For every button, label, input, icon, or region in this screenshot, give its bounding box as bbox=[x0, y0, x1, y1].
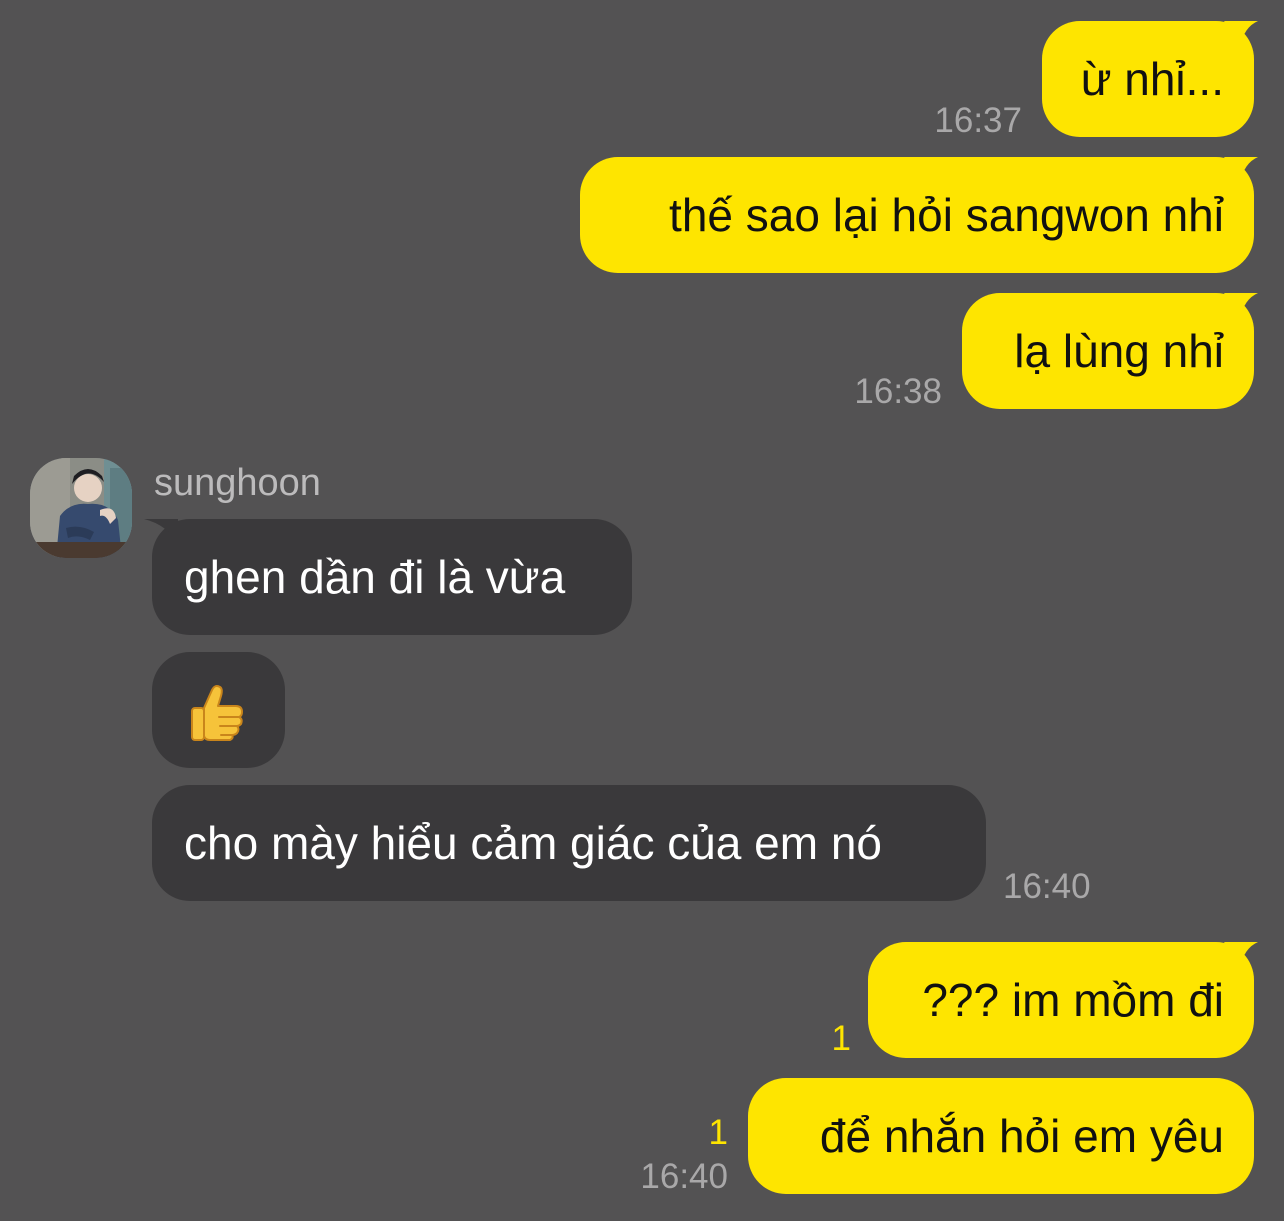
message-bubble-outgoing[interactable]: ừ nhỉ... bbox=[1042, 21, 1258, 137]
avatar[interactable] bbox=[30, 458, 132, 558]
message-timestamp: 16:38 bbox=[854, 372, 942, 411]
message-timestamp: 16:37 bbox=[934, 101, 1022, 140]
profile-photo bbox=[30, 458, 132, 558]
bubble-tail bbox=[1224, 942, 1258, 968]
message-bubble-outgoing[interactable]: thế sao lại hỏi sangwon nhỉ bbox=[580, 157, 1258, 273]
bubble-tail bbox=[1224, 293, 1258, 319]
bubble-tail bbox=[144, 519, 178, 545]
message-text: cho mày hiểu cảm giác của em nó bbox=[184, 817, 883, 869]
message-timestamp: 16:40 bbox=[1003, 867, 1091, 906]
message-timestamp: 16:40 bbox=[640, 1157, 728, 1196]
message-text: ghen dần đi là vừa bbox=[184, 551, 566, 603]
message-text: để nhắn hỏi em yêu bbox=[819, 1110, 1224, 1162]
message-text: ừ nhỉ... bbox=[1080, 53, 1224, 105]
unread-count: 1 bbox=[708, 1113, 728, 1152]
message-text: thế sao lại hỏi sangwon nhỉ bbox=[669, 189, 1224, 241]
message-text: lạ lùng nhỉ bbox=[1014, 325, 1224, 377]
message-bubble-outgoing[interactable]: để nhắn hỏi em yêu bbox=[748, 1078, 1254, 1194]
bubble-tail bbox=[1224, 157, 1258, 183]
message-bubble-incoming[interactable]: ghen dần đi là vừa bbox=[144, 519, 632, 635]
message-bubble-outgoing[interactable]: lạ lùng nhỉ bbox=[962, 293, 1258, 409]
message-bubble-incoming[interactable] bbox=[152, 652, 285, 768]
message-bubble-incoming[interactable]: cho mày hiểu cảm giác của em nó bbox=[152, 785, 986, 901]
message-text: ??? im mồm đi bbox=[922, 974, 1224, 1026]
message-bubble-outgoing[interactable]: ??? im mồm đi bbox=[868, 942, 1258, 1058]
thumbs-up-icon bbox=[191, 685, 243, 741]
bubble-tail bbox=[1224, 21, 1258, 47]
unread-count: 1 bbox=[831, 1019, 851, 1058]
sender-name: sunghoon bbox=[154, 462, 321, 504]
